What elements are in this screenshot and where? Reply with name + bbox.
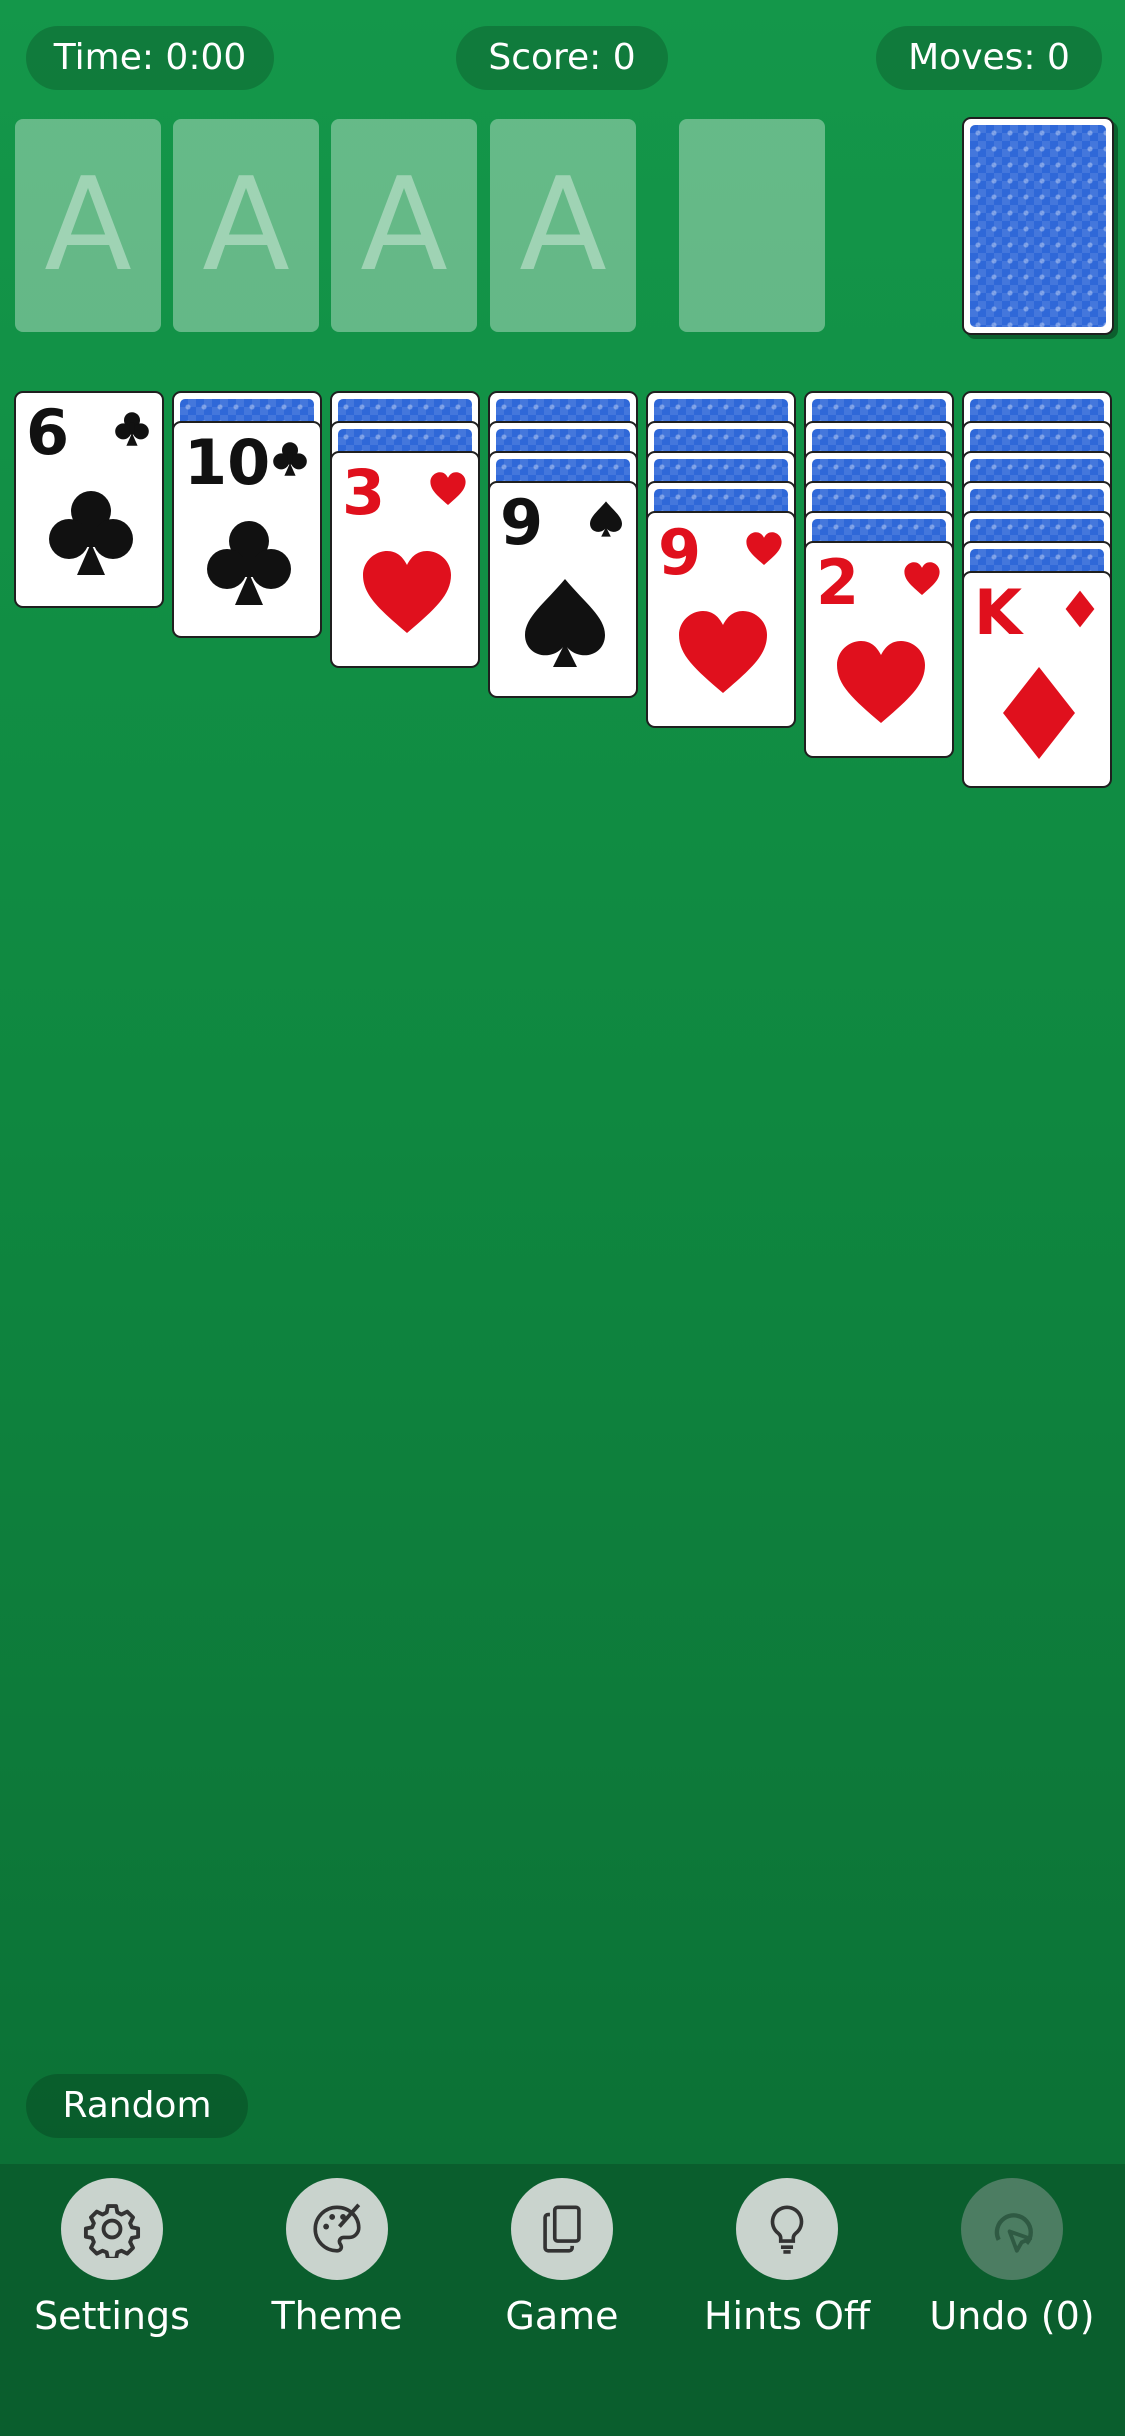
gear-icon	[83, 2204, 141, 2258]
palette-icon	[313, 2203, 361, 2253]
hearts-suit-icon	[430, 472, 466, 505]
clubs-suit-icon	[115, 412, 149, 446]
clubs-suit-icon	[49, 491, 133, 575]
foundation-placeholder: A	[519, 151, 607, 300]
card-rank: 9	[500, 486, 544, 559]
foundation-slot-4[interactable]: A	[490, 119, 636, 332]
foundation-slot-2[interactable]: A	[173, 119, 319, 332]
cards-icon	[543, 2205, 581, 2253]
hearts-suit-icon	[746, 532, 782, 565]
time-counter: Time: 0:00	[26, 26, 274, 90]
game-label: Game	[505, 2294, 619, 2338]
hints-toggle-button[interactable]: Hints Off	[687, 2178, 887, 2338]
hints-icon-circle	[736, 2178, 838, 2280]
diamonds-suit-icon	[1065, 590, 1095, 628]
tableau-card[interactable]: K	[962, 571, 1112, 788]
undo-button[interactable]: Undo (0)	[912, 2178, 1112, 2338]
theme-label: Theme	[271, 2294, 403, 2338]
settings-label: Settings	[34, 2294, 190, 2338]
card-back-pattern	[970, 125, 1106, 327]
hearts-suit-icon	[363, 551, 451, 633]
undo-label: Undo (0)	[929, 2294, 1095, 2338]
settings-button[interactable]: Settings	[12, 2178, 212, 2338]
card-rank: 6	[26, 396, 70, 469]
hearts-suit-icon	[679, 611, 767, 693]
tableau-card[interactable]: 6	[14, 391, 164, 608]
foundation-slot-3[interactable]: A	[331, 119, 477, 332]
card-rank: 10	[184, 426, 271, 499]
tableau-card[interactable]: 9	[488, 481, 638, 698]
card-rank: 3	[342, 456, 386, 529]
foundation-placeholder: A	[202, 151, 290, 300]
hearts-suit-icon	[837, 641, 925, 723]
tableau-card[interactable]: 9	[646, 511, 796, 728]
lightbulb-icon	[770, 2205, 804, 2254]
hints-label: Hints Off	[703, 2294, 871, 2338]
stock-pile[interactable]	[962, 117, 1114, 335]
score-counter: Score: 0	[456, 26, 668, 90]
settings-icon-circle	[61, 2178, 163, 2280]
tableau-card[interactable]: 2	[804, 541, 954, 758]
game-icon-circle	[511, 2178, 613, 2280]
clubs-suit-icon	[273, 442, 307, 476]
tableau-card[interactable]: 10	[172, 421, 322, 638]
diamonds-suit-icon	[1003, 667, 1075, 759]
spades-suit-icon	[525, 579, 605, 667]
clubs-suit-icon	[207, 521, 291, 605]
tableau-card[interactable]: 3	[330, 451, 480, 668]
foundation-placeholder: A	[44, 151, 132, 300]
undo-icon	[994, 2213, 1033, 2253]
card-rank: 9	[658, 516, 702, 589]
card-rank: 2	[816, 546, 860, 619]
foundation-placeholder: A	[360, 151, 448, 300]
spades-suit-icon	[590, 501, 622, 537]
moves-counter: Moves: 0	[876, 26, 1102, 90]
theme-icon-circle	[286, 2178, 388, 2280]
theme-button[interactable]: Theme	[237, 2178, 437, 2338]
hearts-suit-icon	[904, 562, 940, 595]
game-button[interactable]: Game	[462, 2178, 662, 2338]
undo-icon-circle	[961, 2178, 1063, 2280]
waste-pile[interactable]	[679, 119, 825, 332]
deal-mode-badge[interactable]: Random	[26, 2074, 248, 2138]
foundation-slot-1[interactable]: A	[15, 119, 161, 332]
card-rank: K	[974, 576, 1023, 649]
